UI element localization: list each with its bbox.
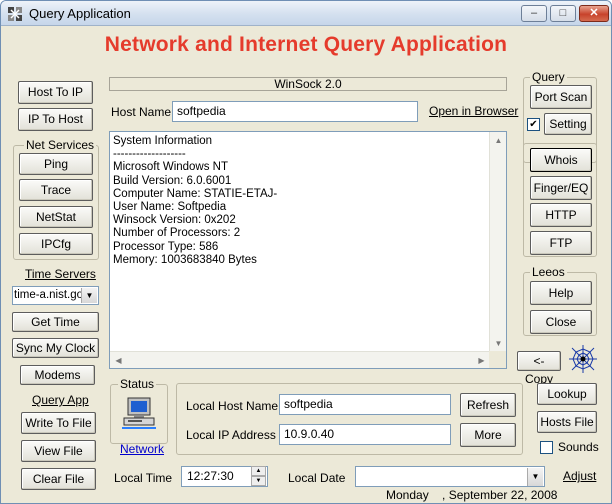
ftp-button[interactable]: FTP: [530, 231, 592, 255]
finger-eq-button[interactable]: Finger/EQ: [530, 176, 592, 200]
spin-down-icon[interactable]: ▼: [251, 476, 266, 486]
minimize-button[interactable]: –: [521, 5, 547, 22]
clear-file-button[interactable]: Clear File: [21, 468, 96, 490]
scroll-right-icon[interactable]: ▶: [473, 352, 490, 369]
status-label: Status: [118, 377, 157, 391]
close-window-button[interactable]: ✕: [579, 5, 609, 22]
network-link[interactable]: Network: [120, 442, 164, 456]
scrollbar-corner: [489, 351, 506, 368]
chevron-down-icon[interactable]: ▼: [81, 288, 97, 303]
net-services-label: Net Services: [24, 138, 97, 152]
local-time-value: 12:27:30: [187, 469, 234, 483]
whois-button[interactable]: Whois: [530, 148, 592, 172]
query-application-window: Query Application – □ ✕ Network and Inte…: [0, 0, 612, 504]
computer-icon: [122, 397, 156, 429]
sync-my-clock-button[interactable]: Sync My Clock: [12, 338, 99, 358]
setting-button[interactable]: Setting: [544, 113, 592, 135]
host-name-label: Host Name: [111, 105, 172, 119]
window-title: Query Application: [29, 6, 131, 21]
help-button[interactable]: Help: [530, 281, 592, 305]
maximize-button[interactable]: □: [550, 5, 576, 22]
more-button[interactable]: More: [460, 423, 516, 447]
title-bar[interactable]: Query Application – □ ✕: [1, 1, 611, 26]
sounds-label: Sounds: [558, 440, 599, 454]
local-date-label: Local Date: [288, 471, 346, 485]
setting-checkbox[interactable]: ✔: [527, 118, 540, 131]
ipcfg-button[interactable]: IPCfg: [19, 233, 93, 255]
spider-web-icon[interactable]: [568, 344, 598, 374]
local-time-label: Local Time: [114, 471, 173, 485]
scroll-up-icon[interactable]: ▲: [490, 132, 507, 149]
query-app-link[interactable]: Query App: [32, 393, 89, 407]
ip-to-host-button[interactable]: IP To Host: [18, 108, 93, 131]
refresh-button[interactable]: Refresh: [460, 393, 516, 417]
scroll-down-icon[interactable]: ▼: [490, 335, 507, 352]
local-host-name-field[interactable]: softpedia: [279, 394, 451, 415]
query-label: Query: [530, 70, 567, 84]
open-in-browser-link[interactable]: Open in Browser: [429, 104, 518, 118]
local-ip-field[interactable]: 10.9.0.40: [279, 424, 451, 445]
client-area: Network and Internet Query Application H…: [1, 27, 611, 502]
headline: Network and Internet Query Application: [104, 33, 508, 56]
hosts-file-button[interactable]: Hosts File: [537, 411, 597, 433]
trace-button[interactable]: Trace: [19, 179, 93, 201]
chevron-down-icon[interactable]: ▼: [527, 468, 543, 486]
leeos-label: Leeos: [530, 265, 567, 279]
local-host-name-label: Local Host Name: [186, 399, 279, 413]
scroll-left-icon[interactable]: ◀: [110, 352, 127, 369]
ping-button[interactable]: Ping: [19, 153, 93, 175]
time-server-select[interactable]: time-a.nist.gov ▼: [12, 286, 99, 305]
lookup-button[interactable]: Lookup: [537, 383, 597, 405]
local-date-picker[interactable]: Monday , September 22, 2008 ▼: [355, 466, 557, 502]
spin-up-icon[interactable]: ▲: [251, 466, 266, 476]
time-spinner[interactable]: ▲ ▼: [251, 466, 266, 487]
local-date-value: Monday , September 22, 2008: [386, 488, 558, 502]
vertical-scrollbar[interactable]: ▲ ▼: [489, 132, 506, 352]
modems-button[interactable]: Modems: [20, 365, 95, 385]
winsock-status-bar: WinSock 2.0: [109, 77, 507, 91]
copy-button[interactable]: <- Copy: [517, 351, 561, 386]
host-name-input[interactable]: softpedia: [172, 101, 418, 122]
sounds-checkbox[interactable]: [540, 441, 553, 454]
netstat-button[interactable]: NetStat: [19, 206, 93, 228]
local-time-field[interactable]: 12:27:30 ▲ ▼: [181, 466, 268, 487]
time-servers-link[interactable]: Time Servers: [25, 267, 96, 281]
get-time-button[interactable]: Get Time: [12, 312, 99, 332]
write-to-file-button[interactable]: Write To File: [21, 412, 96, 434]
port-scan-button[interactable]: Port Scan: [530, 85, 592, 109]
http-button[interactable]: HTTP: [530, 203, 592, 227]
app-icon: [8, 7, 22, 21]
view-file-button[interactable]: View File: [21, 440, 96, 462]
results-text: System Information ------------------- M…: [113, 135, 278, 266]
time-server-value: time-a.nist.gov: [14, 289, 89, 301]
results-memo[interactable]: System Information ------------------- M…: [109, 131, 507, 369]
local-ip-label: Local IP Address: [186, 428, 276, 442]
adjust-link[interactable]: Adjust: [563, 469, 596, 483]
host-to-ip-button[interactable]: Host To IP: [18, 81, 93, 104]
close-button[interactable]: Close: [530, 310, 592, 334]
horizontal-scrollbar[interactable]: ◀ ▶: [110, 351, 490, 368]
